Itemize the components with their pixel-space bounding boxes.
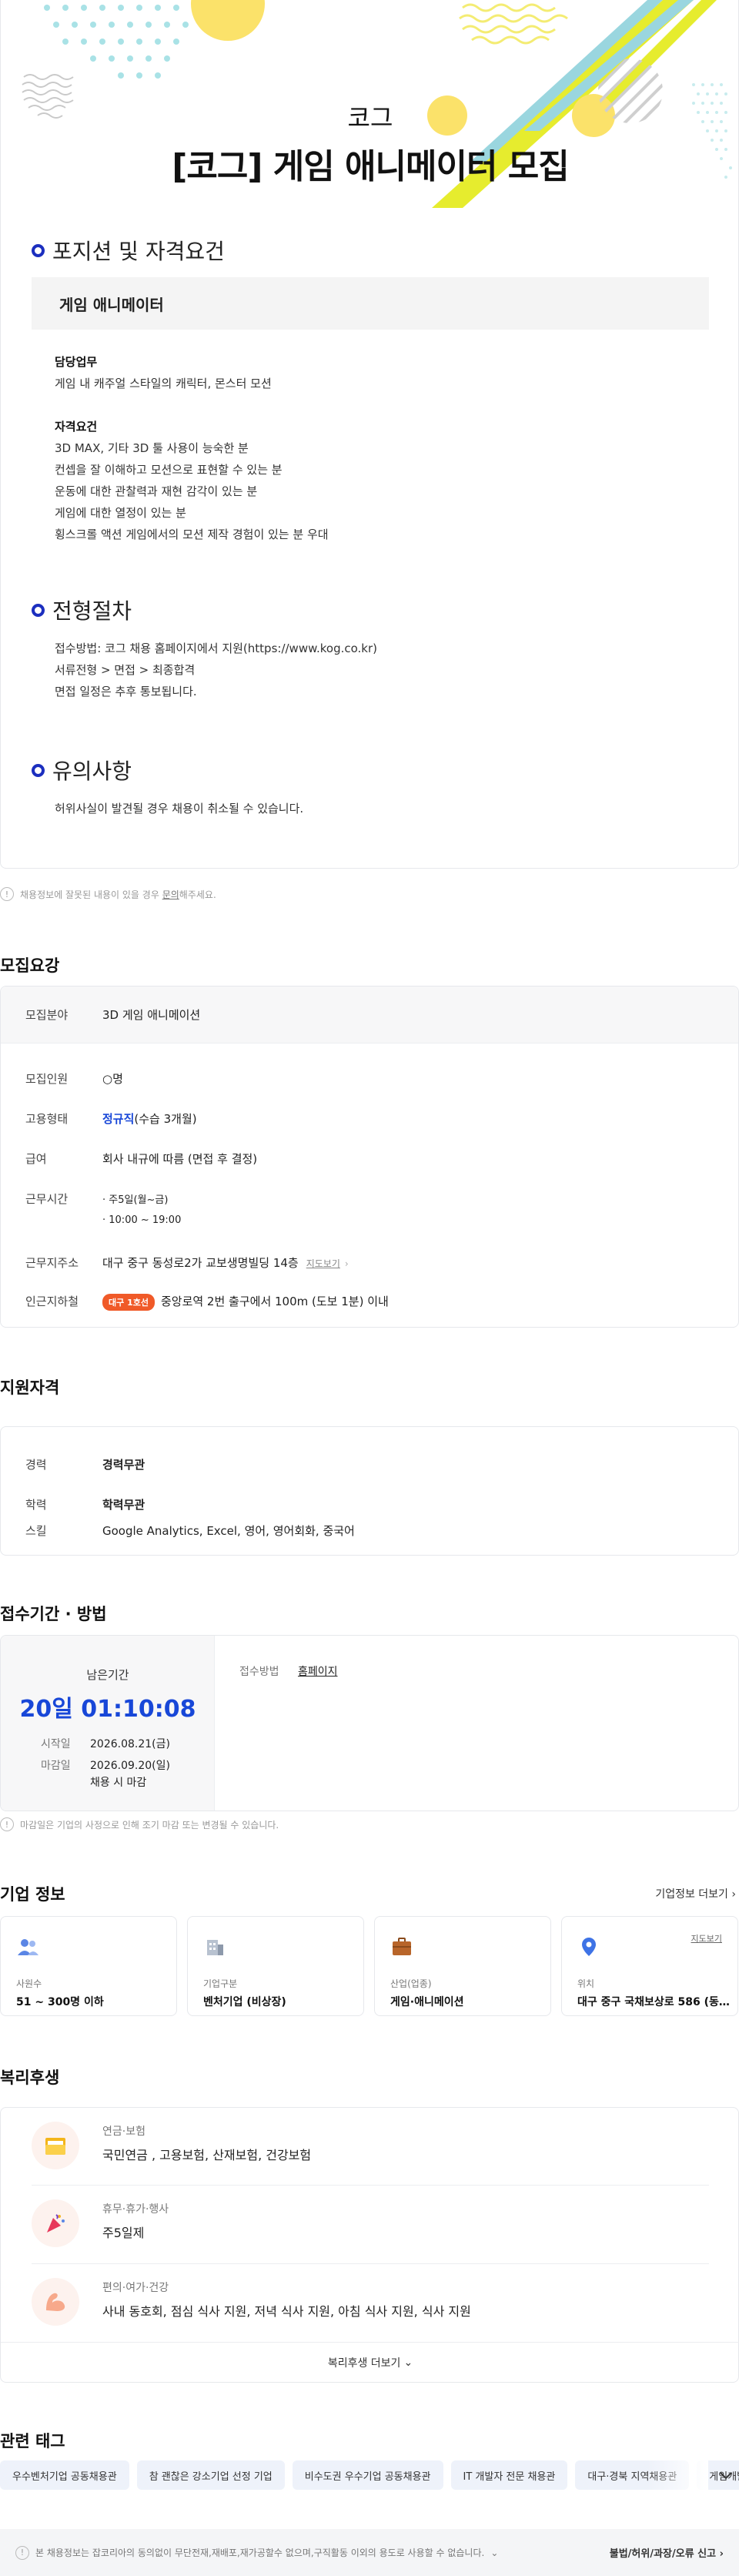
tags-expand-button[interactable] [716, 2466, 736, 2486]
inquiry-link[interactable]: 문의 [162, 889, 179, 900]
tag-item[interactable]: IT 개발자 전문 채용관 [450, 2460, 568, 2490]
company-more-link[interactable]: 기업정보 더보기 › [655, 1886, 736, 1901]
folder-icon [32, 2122, 79, 2169]
position-name-box: 게임 애니메이터 [32, 277, 709, 330]
apply-method: 접수방법 홈페이지 [239, 1666, 338, 1678]
hours-item: · 10:00 ~ 19:00 [102, 1214, 182, 1226]
education-row: 학력 학력무관 [25, 1498, 145, 1512]
report-link[interactable]: 불법/허위/과장/오류 신고 › [610, 2545, 724, 2560]
period-card: 남은기간 20일 01:10:08 시작일 2026.08.21(금) 마감일 20… [0, 1635, 739, 1811]
deadline-note: ! 마감일은 기업의 사정으로 인해 조기 마감 또는 변경될 수 있습니다. [0, 1817, 279, 1831]
end-note: 채용 시 마감 [90, 1777, 147, 1789]
section-bullet-icon [32, 243, 45, 257]
info-icon: ! [0, 887, 14, 901]
chevron-right-icon: › [731, 1888, 736, 1901]
section-notice-header: 유의사항 [32, 755, 132, 786]
notice-block: 허위사실이 발견될 경우 채용이 취소될 수 있습니다. [55, 802, 304, 816]
qualification-card: 경력 경력무관 학력 학력무관 스킬 Google Analytics, Exc… [0, 1426, 739, 1556]
chevron-down-icon: ⌄ [403, 2356, 413, 2369]
career-row: 경력 경력무관 [25, 1458, 145, 1472]
welfare-card: 연금·보험 국민연금 , 고용보험, 산재보험, 건강보험 휴무·휴가·행사 주… [0, 2107, 739, 2383]
info-icon: ! [15, 2545, 29, 2560]
duties-block: 담당업무 게임 내 캐주얼 스타일의 캐릭터, 몬스터 모션 [55, 355, 272, 390]
welfare-more-button[interactable]: 복리후생 더보기 ⌄ [1, 2342, 739, 2382]
homepage-link[interactable]: 홈페이지 [298, 1666, 338, 1678]
chevron-down-icon [720, 2472, 732, 2480]
location-pin-icon [582, 1938, 596, 1956]
company-card-type: 기업구분 벤처기업 (비상장) [187, 1916, 364, 2016]
job-posting-card: 코그 [코그] 게임 애니메이터 모집 포지션 및 자격요건 게임 애니메이터 … [0, 0, 739, 869]
recruit-card: 모집분야 3D 게임 애니메이션 모집인원 ○명 고용형태 정규직(수습 3개월… [0, 986, 739, 1328]
period-title: 접수기간 · 방법 [0, 1605, 107, 1623]
company-card-employees: 사원수 51 ~ 300명 이하 [0, 1916, 177, 2016]
work-hours-row: 근무시간 · 주5일(월~금) · 10:00 ~ 19:00 [1, 1191, 181, 1231]
company-title: 기업 정보 [0, 1885, 65, 1904]
company-card-location: 지도보기 위치 대구 중구 국채보상로 586 (동성로2가 교보생명빌딩) [561, 1916, 738, 2016]
section-bullet-icon [32, 763, 45, 777]
chevron-down-icon[interactable]: ⌄ [490, 2548, 498, 2558]
subway-row: 인근지하철 대구 1호선 중앙로역 2번 출구에서 100m (도보 1분) 이내 [1, 1293, 389, 1311]
end-date: 마감일 2026.09.20(일) [41, 1760, 170, 1772]
skill-row: 스킬 Google Analytics, Excel, 영어, 영어회화, 중국… [25, 1524, 355, 1538]
briefcase-icon [393, 1938, 411, 1955]
people-icon [18, 1939, 38, 1955]
start-date: 시작일 2026.08.21(금) [41, 1738, 170, 1750]
recruit-field-row: 모집분야 3D 게임 애니메이션 [1, 987, 738, 1043]
tag-fade [647, 2460, 708, 2490]
subway-line-badge: 대구 1호선 [102, 1294, 155, 1311]
section-position-header: 포지션 및 자격요건 [32, 235, 225, 266]
salary-row: 급여 회사 내규에 따름 (면접 후 결정) [25, 1152, 258, 1166]
company-card-industry: 산업(업종) 게임·애니메이션 [374, 1916, 551, 2016]
tag-list: 우수벤처기업 공동채용관 참 괜찮은 강소기업 선정 기업 비수도권 우수기업 … [0, 2460, 739, 2490]
employment-type-value: 정규직 [102, 1112, 135, 1126]
company-name: 코그 [347, 103, 393, 132]
tag-item[interactable]: 참 괜찮은 강소기업 선정 기업 [136, 2460, 285, 2490]
recruit-count-row: 모집인원 ○명 [25, 1072, 123, 1086]
process-block: 접수방법: 코그 채용 홈페이지에서 지원(https://www.kog.co… [55, 641, 377, 698]
hours-item: · 주5일(월~금) [102, 1194, 169, 1206]
remaining-time: 20일 01:10:08 [19, 1696, 196, 1723]
qualification-block: 자격요건 3D MAX, 기타 3D 툴 사용이 능숙한 분 컨셉을 잘 이해하… [55, 420, 329, 541]
chevron-right-icon: › [344, 1258, 349, 1269]
recruit-title: 모집요강 [0, 956, 60, 975]
report-note: ! 채용정보에 잘못된 내용이 있을 경우 문의해주세요. [0, 887, 216, 901]
employment-type-row: 고용형태 정규직(수습 3개월) [25, 1112, 197, 1126]
welfare-item: 편의·여가·건강 사내 동호회, 점심 식사 지원, 저녁 식사 지원, 아침 … [32, 2264, 709, 2341]
copyright-bar: ! 본 채용정보는 잡코리아의 동의없이 무단전재,재배포,재가공할수 없으며,… [0, 2529, 739, 2576]
welfare-title: 복리후생 [0, 2069, 60, 2087]
tag-item[interactable]: 비수도권 우수기업 공동채용관 [292, 2460, 443, 2490]
welfare-item: 연금·보험 국민연금 , 고용보험, 산재보험, 건강보험 [32, 2108, 709, 2185]
job-title: [코그] 게임 애니메이터 모집 [172, 147, 569, 186]
map-link[interactable]: 지도보기 [306, 1258, 340, 1269]
qualification-title: 지원자격 [0, 1378, 60, 1397]
section-bullet-icon [32, 603, 45, 617]
tag-item[interactable]: 우수벤처기업 공동채용관 [0, 2460, 129, 2490]
party-popper-icon [32, 2199, 79, 2247]
welfare-item: 휴무·휴가·행사 주5일제 [32, 2186, 709, 2263]
tags-title: 관련 태그 [0, 2432, 65, 2450]
map-link[interactable]: 지도보기 [691, 1932, 722, 1945]
section-process-header: 전형절차 [32, 595, 132, 625]
info-icon: ! [0, 1817, 14, 1831]
muscle-icon [32, 2278, 79, 2326]
building-icon [207, 1940, 223, 1955]
remaining-time-panel: 남은기간 20일 01:10:08 시작일 2026.08.21(금) 마감일 20… [1, 1636, 215, 1811]
address-row: 근무지주소 대구 중구 동성로2가 교보생명빌딩 14층 지도보기 › [25, 1256, 349, 1270]
